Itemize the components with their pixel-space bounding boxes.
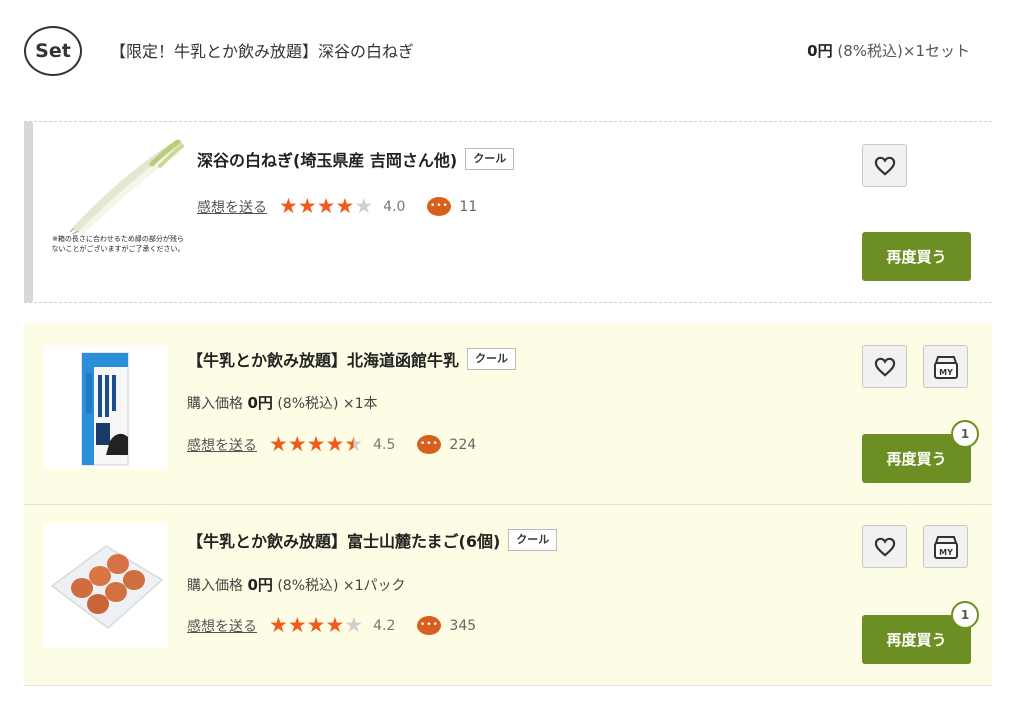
product-name[interactable]: 【牛乳とか飲み放題】北海道函館牛乳 クール — [187, 347, 517, 371]
rating-row: 感想を送る ★ ★ ★ ★ ★ 4.5 ••• 224 — [187, 434, 476, 455]
star-icon: ★ — [354, 194, 374, 218]
my-list-icon: MY — [933, 355, 958, 379]
rating-score: 4.5 — [373, 436, 396, 453]
order-item-eggs: 【牛乳とか飲み放題】富士山麓たまご(6個) クール 購入価格 0円 (8%税込)… — [24, 505, 992, 685]
purchase-price-value: 0円 — [247, 394, 273, 412]
set-title: 【限定！牛乳とか飲み放題】深谷の白ねぎ — [110, 42, 415, 61]
my-list-icon: MY — [933, 535, 958, 559]
heart-icon — [874, 156, 895, 176]
comment-icon[interactable]: ••• — [417, 616, 442, 635]
rebuy-button[interactable]: 再度買う — [862, 232, 971, 281]
purchase-price: 購入価格 0円 (8%税込) ×1パック — [187, 574, 406, 595]
comment-count[interactable]: 345 — [449, 618, 476, 634]
star-icon: ★ — [287, 613, 307, 637]
favorite-button[interactable] — [862, 345, 907, 388]
review-link[interactable]: 感想を送る — [197, 197, 267, 217]
order-item-milk: 【牛乳とか飲み放題】北海道函館牛乳 クール 購入価格 0円 (8%税込) ×1本… — [24, 323, 992, 504]
cool-tag: クール — [467, 348, 517, 370]
favorite-button[interactable] — [862, 525, 907, 568]
review-link[interactable]: 感想を送る — [187, 616, 257, 636]
my-list-button[interactable]: MY — [923, 525, 968, 568]
comment-icon[interactable]: ••• — [427, 197, 452, 216]
set-price: 0円 (8%税込)×1セット — [807, 40, 970, 61]
set-price-value: 0円 — [807, 42, 833, 60]
product-name-text[interactable]: 【牛乳とか飲み放題】北海道函館牛乳 — [187, 347, 459, 371]
thumb-note: ※箱の長さに合わせるため緑の部分が残らないことがございますがご了承ください。 — [51, 235, 185, 253]
purchase-price-tail: (8%税込) ×1本 — [272, 396, 378, 412]
rating-score: 4.2 — [373, 617, 396, 634]
star-icon: ★ — [269, 432, 288, 456]
star-icon: ★ — [325, 613, 345, 637]
item-left-bar — [24, 122, 33, 302]
rating-score: 4.0 — [383, 198, 406, 215]
star-icon: ★ — [325, 432, 345, 456]
purchase-price-value: 0円 — [247, 576, 273, 594]
my-label: MY — [939, 368, 953, 377]
comment-icon[interactable]: ••• — [417, 435, 442, 454]
purchase-price-tail: (8%税込) ×1パック — [272, 578, 406, 594]
product-image-negi[interactable]: ※箱の長さに合わせるため緑の部分が残らないことがございますがご了承ください。 — [48, 136, 188, 272]
purchase-price: 購入価格 0円 (8%税込) ×1本 — [187, 392, 378, 413]
star-icon: ★ — [306, 432, 326, 456]
rating-row: 感想を送る ★ ★ ★ ★ ★ 4.0 ••• 11 — [197, 196, 477, 217]
product-name[interactable]: 【牛乳とか飲み放題】富士山麓たまご(6個) クール — [187, 528, 558, 552]
my-label: MY — [939, 548, 953, 557]
star-icon: ★ — [335, 194, 355, 218]
star-icon: ★ — [279, 194, 298, 218]
star-icon: ★ — [306, 613, 326, 637]
comment-count[interactable]: 11 — [459, 199, 477, 215]
product-image-eggs[interactable] — [44, 524, 168, 648]
product-name-text[interactable]: 【牛乳とか飲み放題】富士山麓たまご(6個) — [187, 528, 500, 552]
favorite-button[interactable] — [862, 144, 907, 187]
comment-count[interactable]: 224 — [449, 437, 476, 453]
star-icon: ★ — [344, 613, 364, 637]
divider — [24, 685, 992, 686]
heart-icon — [874, 537, 895, 557]
cool-tag: クール — [465, 148, 515, 170]
star-rating: ★ ★ ★ ★ ★ — [269, 434, 363, 455]
star-rating: ★ ★ ★ ★ ★ — [279, 196, 373, 217]
purchase-price-label: 購入価格 — [187, 396, 243, 412]
divider — [24, 302, 992, 303]
cart-count-badge: 1 — [951, 420, 979, 448]
product-name[interactable]: 深谷の白ねぎ(埼玉県産 吉岡さん他) クール — [197, 147, 515, 171]
order-item-negi: ※箱の長さに合わせるため緑の部分が残らないことがございますがご了承ください。 深… — [24, 122, 992, 302]
my-list-button[interactable]: MY — [923, 345, 968, 388]
star-icon: ★ — [344, 432, 364, 456]
star-icon: ★ — [287, 432, 307, 456]
star-icon: ★ — [316, 194, 336, 218]
heart-icon — [874, 357, 895, 377]
star-icon: ★ — [269, 613, 288, 637]
cart-count-badge: 1 — [951, 601, 979, 629]
product-name-text[interactable]: 深谷の白ねぎ(埼玉県産 吉岡さん他) — [197, 147, 457, 171]
set-badge: Set — [24, 26, 82, 76]
review-link[interactable]: 感想を送る — [187, 435, 257, 455]
cool-tag: クール — [508, 529, 558, 551]
purchase-price-label: 購入価格 — [187, 578, 243, 594]
star-icon: ★ — [297, 194, 317, 218]
product-image-milk[interactable] — [44, 345, 168, 469]
star-rating: ★ ★ ★ ★ ★ — [269, 615, 363, 636]
set-price-tail: (8%税込)×1セット — [832, 42, 970, 60]
rating-row: 感想を送る ★ ★ ★ ★ ★ 4.2 ••• 345 — [187, 615, 476, 636]
